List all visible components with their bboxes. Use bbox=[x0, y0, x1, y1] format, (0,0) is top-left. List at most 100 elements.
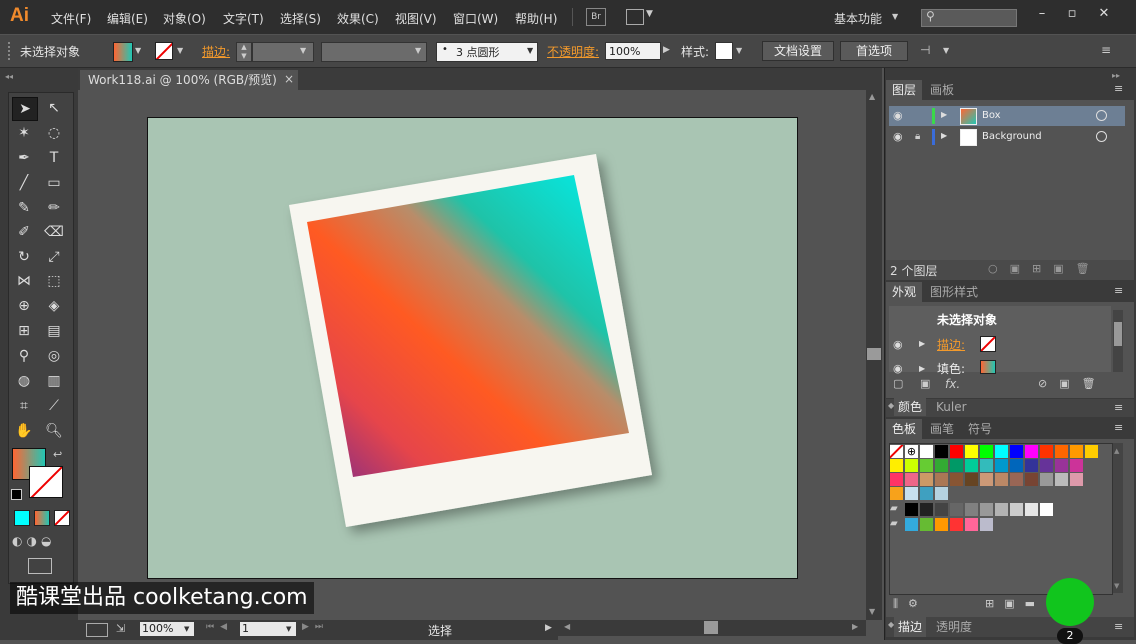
lasso-tool-icon[interactable]: ◌ bbox=[42, 122, 66, 144]
color-swatch[interactable] bbox=[965, 473, 978, 486]
tab-brushes[interactable]: 画笔 bbox=[924, 419, 960, 439]
color-swatch[interactable] bbox=[965, 445, 978, 458]
tab-color[interactable]: 颜色 bbox=[894, 398, 927, 416]
color-swatch[interactable] bbox=[1085, 445, 1098, 458]
tab-stroke[interactable]: 描边 bbox=[894, 617, 927, 637]
status-icon[interactable] bbox=[86, 623, 108, 637]
color-swatch[interactable] bbox=[935, 459, 948, 472]
draw-mode-icons[interactable]: ◐◑◒ bbox=[12, 534, 66, 550]
screen-mode-icon[interactable] bbox=[28, 558, 52, 574]
chevron-down-icon[interactable]: ▼ bbox=[177, 46, 183, 55]
scroll-down-icon[interactable]: ▼ bbox=[869, 607, 875, 616]
color-swatch[interactable] bbox=[950, 518, 963, 531]
registration-swatch[interactable]: ⊕ bbox=[905, 445, 918, 458]
tab-transparency[interactable]: 透明度 bbox=[930, 617, 978, 637]
color-swatch[interactable] bbox=[980, 518, 993, 531]
color-swatch[interactable] bbox=[950, 473, 963, 486]
color-swatch[interactable] bbox=[905, 459, 918, 472]
magic-wand-tool-icon[interactable]: ✶ bbox=[12, 122, 36, 144]
swatch-folder-icons[interactable]: ⊞▣▬ bbox=[985, 597, 1045, 610]
chevron-down-icon[interactable]: ▼ bbox=[892, 12, 898, 21]
color-swatch[interactable] bbox=[965, 503, 978, 516]
color-swatch[interactable] bbox=[980, 459, 993, 472]
align-icon[interactable]: ⊣ bbox=[920, 43, 930, 57]
stroke-label[interactable]: 描边: bbox=[202, 43, 230, 60]
swatch-action-icons[interactable]: ⫼⚙︎ bbox=[893, 597, 928, 611]
tab-graphic-styles[interactable]: 图形样式 bbox=[924, 282, 984, 302]
eraser-tool-icon[interactable]: ⌫ bbox=[42, 221, 66, 243]
chevron-right-icon[interactable]: ▶ bbox=[663, 45, 670, 55]
menu-window[interactable]: 窗口(W) bbox=[453, 10, 498, 27]
perspective-grid-tool-icon[interactable]: ◈ bbox=[42, 295, 66, 317]
tab-layers[interactable]: 图层 bbox=[886, 80, 923, 100]
slice-tool-icon[interactable]: ⟋ bbox=[42, 395, 66, 417]
symbol-sprayer-tool-icon[interactable]: ◍ bbox=[12, 370, 36, 392]
document-tab[interactable]: Work118.ai @ 100% (RGB/预览) bbox=[80, 70, 298, 90]
scroll-down-icon[interactable]: ▼ bbox=[1114, 582, 1119, 590]
chevron-down-icon[interactable]: ▼ bbox=[527, 46, 533, 55]
tab-appearance[interactable]: 外观 bbox=[886, 282, 923, 302]
tab-artboards[interactable]: 画板 bbox=[924, 80, 960, 100]
gradient-box[interactable] bbox=[307, 175, 629, 477]
none-swatch[interactable] bbox=[890, 445, 903, 458]
preferences-button[interactable]: 首选项 bbox=[840, 41, 908, 61]
menu-effect[interactable]: 效果(C) bbox=[337, 10, 379, 27]
target-icon[interactable] bbox=[1096, 131, 1107, 142]
color-swatch[interactable] bbox=[1055, 445, 1068, 458]
color-swatch[interactable] bbox=[1025, 503, 1038, 516]
color-swatch[interactable] bbox=[1040, 445, 1053, 458]
tab-kuler[interactable]: Kuler bbox=[930, 398, 973, 416]
column-graph-tool-icon[interactable]: ▥ bbox=[42, 370, 66, 392]
color-swatch[interactable] bbox=[920, 518, 933, 531]
color-swatch[interactable] bbox=[935, 487, 948, 500]
free-transform-tool-icon[interactable]: ⬚ bbox=[42, 270, 66, 292]
arrange-documents-icon[interactable] bbox=[626, 9, 644, 25]
chevron-down-icon[interactable]: ▼ bbox=[184, 625, 189, 633]
color-swatch[interactable] bbox=[935, 445, 948, 458]
layer-row-box[interactable] bbox=[889, 106, 1125, 126]
scroll-up-icon[interactable]: ▲ bbox=[1114, 447, 1119, 455]
color-swatch[interactable] bbox=[905, 518, 918, 531]
fill-color-swatch[interactable] bbox=[113, 42, 133, 62]
direct-selection-tool-icon[interactable]: ↖ bbox=[42, 97, 66, 119]
color-swatch[interactable] bbox=[1025, 473, 1038, 486]
none-mode-icon[interactable] bbox=[54, 510, 70, 526]
color-swatch[interactable] bbox=[980, 473, 993, 486]
new-stroke-icon[interactable]: ▢ bbox=[893, 377, 903, 390]
menu-help[interactable]: 帮助(H) bbox=[515, 10, 557, 27]
target-icon[interactable] bbox=[1096, 110, 1107, 121]
gradient-tool-icon[interactable]: ▤ bbox=[42, 320, 66, 342]
swatches-scrollbar[interactable] bbox=[1113, 443, 1123, 593]
chevron-down-icon[interactable]: ▼ bbox=[300, 46, 306, 55]
folder-icon[interactable]: ▰ bbox=[890, 503, 903, 516]
stroke-none-swatch[interactable] bbox=[155, 42, 173, 60]
collapse-panels-icon[interactable]: ▸▸ bbox=[1112, 71, 1120, 80]
panel-menu-icon[interactable]: ≡ bbox=[1114, 620, 1123, 633]
gradient-mode-icon[interactable] bbox=[34, 510, 50, 526]
color-swatch[interactable] bbox=[920, 487, 933, 500]
color-swatch[interactable] bbox=[890, 487, 903, 500]
color-swatch[interactable] bbox=[905, 473, 918, 486]
shape-builder-tool-icon[interactable]: ⊕ bbox=[12, 295, 36, 317]
menu-view[interactable]: 视图(V) bbox=[395, 10, 437, 27]
color-swatch[interactable] bbox=[1070, 445, 1083, 458]
fill-swatch[interactable] bbox=[980, 360, 996, 374]
mesh-tool-icon[interactable]: ⊞ bbox=[12, 320, 36, 342]
fx-icon[interactable]: fx. bbox=[945, 377, 960, 391]
chevron-down-icon[interactable]: ▼ bbox=[943, 46, 949, 55]
color-swatch[interactable] bbox=[1010, 473, 1023, 486]
chevron-down-icon[interactable]: ▼ bbox=[135, 46, 141, 55]
expand-icon[interactable]: ▶ bbox=[919, 364, 925, 373]
color-swatch[interactable] bbox=[920, 473, 933, 486]
opacity-label[interactable]: 不透明度: bbox=[547, 43, 599, 60]
color-swatch[interactable] bbox=[1025, 459, 1038, 472]
tab-symbols[interactable]: 符号 bbox=[962, 419, 998, 439]
color-swatch[interactable] bbox=[1055, 473, 1068, 486]
appearance-fill-label[interactable]: 填色: bbox=[937, 360, 965, 377]
rotate-tool-icon[interactable]: ↻ bbox=[12, 246, 36, 268]
artboard-tool-icon[interactable]: ⌗ bbox=[12, 395, 36, 417]
menu-edit[interactable]: 编辑(E) bbox=[107, 10, 148, 27]
panel-menu-icon[interactable]: ≡ bbox=[1101, 43, 1111, 57]
appearance-scroll-thumb[interactable] bbox=[1114, 322, 1122, 346]
appearance-action-icons[interactable]: ⊘▣🗑︎ bbox=[1038, 377, 1108, 390]
